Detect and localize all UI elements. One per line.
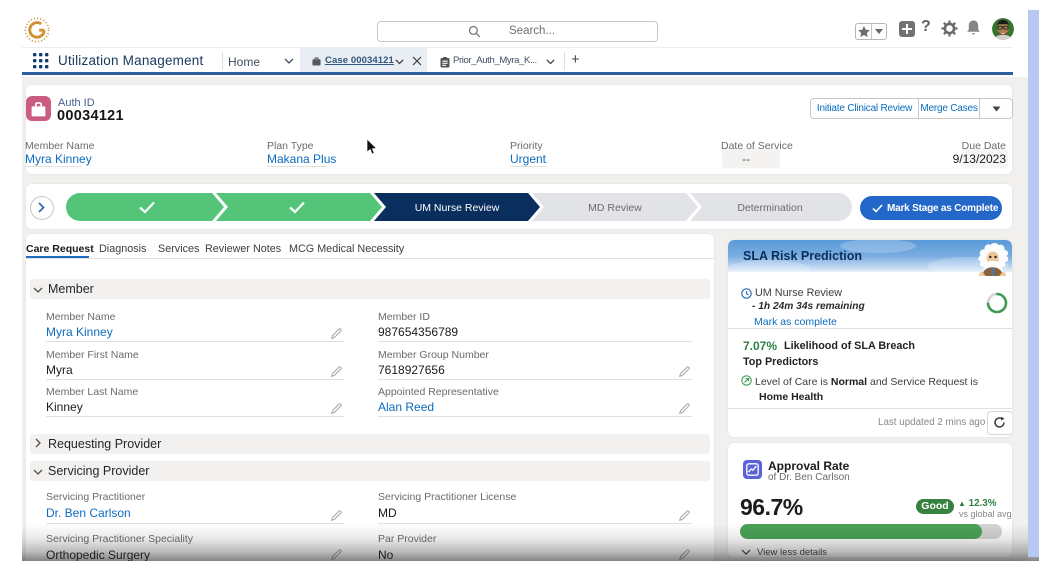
svg-text:Determination: Determination	[737, 202, 803, 214]
svg-text:MD Review: MD Review	[588, 202, 642, 214]
svg-text:UM Nurse Review: UM Nurse Review	[415, 202, 500, 214]
